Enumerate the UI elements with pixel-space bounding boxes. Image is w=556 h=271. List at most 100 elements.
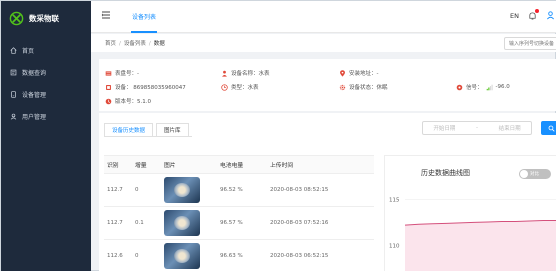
info-signal: 信号： -96.0 <box>456 83 510 91</box>
history-table: 识别 增量 图片 电池电量 上传时间 112.7 0 96.52 % 2020-… <box>104 155 374 271</box>
tab-device-list[interactable]: 设备列表 <box>131 1 158 33</box>
device-name-text: 设备名称：水表 <box>231 71 270 77</box>
user-icon <box>10 113 17 120</box>
sidebar-item-device-management[interactable]: 设备管理 <box>1 83 91 105</box>
cell-upload-time: 2020-08-03 07:52:16 <box>270 220 329 226</box>
table-header: 识别 增量 图片 电池电量 上传时间 <box>104 156 374 174</box>
cell-upload-time: 2020-08-03 08:52:15 <box>270 187 329 193</box>
sidebar-item-label: 数据查询 <box>22 69 47 77</box>
history-chart-card: 历史数据曲线图 对比 115 110 <box>384 155 556 271</box>
signal-value: -96.0 <box>495 84 510 90</box>
meter-photo-thumbnail[interactable] <box>164 210 200 236</box>
version-text: 版本号：5.1.0 <box>115 99 151 105</box>
serial-search-input[interactable] <box>504 37 556 50</box>
chart-ytick-label: 110 <box>389 243 400 249</box>
type-text: 类型：水表 <box>231 85 259 91</box>
brand-name: 数采物联 <box>29 13 59 23</box>
date-range-separator: - <box>476 125 478 131</box>
sidebar-item-label: 设备管理 <box>22 91 47 99</box>
brand: 数采物联 <box>9 9 59 27</box>
cell-image <box>164 210 220 236</box>
device-id-text: 设备： 869858035960047 <box>115 85 186 91</box>
cell-image <box>164 177 220 203</box>
table-row[interactable]: 112.6 0 96.63 % 2020-08-03 06:52:15 <box>104 240 374 271</box>
history-chart: 115 110 <box>389 197 556 271</box>
date-range-picker[interactable]: 开始日期 - 结束日期 <box>422 121 532 135</box>
device-icon <box>11 90 16 98</box>
info-install-location: 安装地址：- <box>339 69 379 77</box>
sidebar-item-user-management[interactable]: 用户管理 <box>1 105 91 127</box>
meter-photo-thumbnail[interactable] <box>164 177 200 203</box>
sidebar-nav: 首页 数据查询 设备管理 用户管理 <box>1 39 91 127</box>
user-avatar-icon[interactable] <box>546 10 555 20</box>
sidebar-item-label: 首页 <box>22 47 35 55</box>
cell-delta: 0.1 <box>135 220 144 226</box>
status-text: 设备状态：休眠 <box>349 85 388 91</box>
info-type: 类型：水表 <box>221 83 259 91</box>
clock-icon <box>221 83 228 91</box>
breadcrumb-separator: / <box>148 41 151 47</box>
search-icon <box>548 125 555 132</box>
info-device-name: 设备名称：水表 <box>221 69 270 77</box>
app-window: 数采物联 首页 数据查询 设备管理 用户管理 设备列表 EN 首页 / 设备列表… <box>0 0 556 271</box>
menu-toggle-icon[interactable] <box>101 10 111 20</box>
cell-delta: 0 <box>135 253 139 259</box>
meter-icon <box>105 70 112 76</box>
person-icon <box>222 70 227 77</box>
main-panel: 设备历史数据 图片库 开始日期 - 结束日期 识别 增量 图片 电池电量 上传时… <box>99 113 556 271</box>
signal-label: 信号： <box>466 85 483 91</box>
end-date-placeholder[interactable]: 结束日期 <box>499 124 521 132</box>
settings-gear-icon <box>339 84 346 90</box>
chart-ytick-label: 115 <box>389 197 400 203</box>
header-delta[interactable]: 增量 <box>135 160 164 169</box>
cell-delta: 0 <box>135 187 139 193</box>
info-meter-no: 表盘号：- <box>105 69 139 77</box>
install-location-text: 安装地址：- <box>349 71 379 77</box>
query-button[interactable] <box>541 121 556 135</box>
table-row[interactable]: 112.7 0 96.52 % 2020-08-03 08:52:15 <box>104 174 374 207</box>
tab-device-history[interactable]: 设备历史数据 <box>104 123 154 137</box>
breadcrumb: 首页 / 设备列表 / 数据 <box>105 39 165 47</box>
info-status: 设备状态：休眠 <box>339 83 388 91</box>
sidebar-item-home[interactable]: 首页 <box>1 39 91 61</box>
info-device-id: 设备： 869858035960047 <box>105 83 186 91</box>
location-pin-icon <box>340 69 345 77</box>
cell-reading: 112.7 <box>107 220 123 226</box>
cell-reading: 112.6 <box>107 253 123 259</box>
cell-upload-time: 2020-08-03 06:52:15 <box>270 253 329 259</box>
home-icon <box>10 46 17 54</box>
breadcrumb-device-list[interactable]: 设备列表 <box>124 41 146 47</box>
header-battery[interactable]: 电池电量 <box>220 160 270 169</box>
header-reading[interactable]: 识别 <box>104 160 135 169</box>
language-switch[interactable]: EN <box>510 12 519 20</box>
breadcrumb-current: 数据 <box>153 41 165 47</box>
device-info-panel: 表盘号：- 设备名称：水表 安装地址：- 设备： 869858035960047… <box>99 59 556 111</box>
signal-bars-icon <box>486 84 493 90</box>
breadcrumb-separator: / <box>119 41 121 47</box>
signal-broadcast-icon <box>456 84 463 90</box>
header-image: 图片 <box>164 163 176 169</box>
header-upload-time[interactable]: 上传时间 <box>270 160 374 169</box>
sidebar-item-label: 用户管理 <box>22 113 47 121</box>
breadcrumb-bar: 首页 / 设备列表 / 数据 <box>91 34 556 52</box>
table-row[interactable]: 112.7 0.1 96.57 % 2020-08-03 07:52:16 <box>104 207 374 240</box>
tab-divider <box>104 136 192 137</box>
brand-logo-icon <box>9 11 24 25</box>
sidebar: 数采物联 首页 数据查询 设备管理 用户管理 <box>1 1 91 271</box>
info-version: 版本号：5.1.0 <box>105 97 151 105</box>
sidebar-item-data-query[interactable]: 数据查询 <box>1 61 91 83</box>
chart-area-fill <box>405 220 556 271</box>
notification-dot <box>535 9 539 13</box>
cell-reading: 112.7 <box>107 187 123 193</box>
top-bar: 设备列表 EN <box>91 1 556 33</box>
cell-battery: 96.63 % <box>220 253 243 259</box>
start-date-placeholder[interactable]: 开始日期 <box>433 124 455 132</box>
query-icon <box>10 69 17 75</box>
version-icon <box>105 98 112 104</box>
meter-no-text: 表盘号：- <box>115 71 139 77</box>
tab-image-gallery[interactable]: 图片库 <box>156 123 189 137</box>
meter-photo-thumbnail[interactable] <box>164 243 200 269</box>
breadcrumb-home[interactable]: 首页 <box>105 41 116 47</box>
cell-battery: 96.52 % <box>220 187 243 193</box>
device-id-icon <box>106 84 111 90</box>
